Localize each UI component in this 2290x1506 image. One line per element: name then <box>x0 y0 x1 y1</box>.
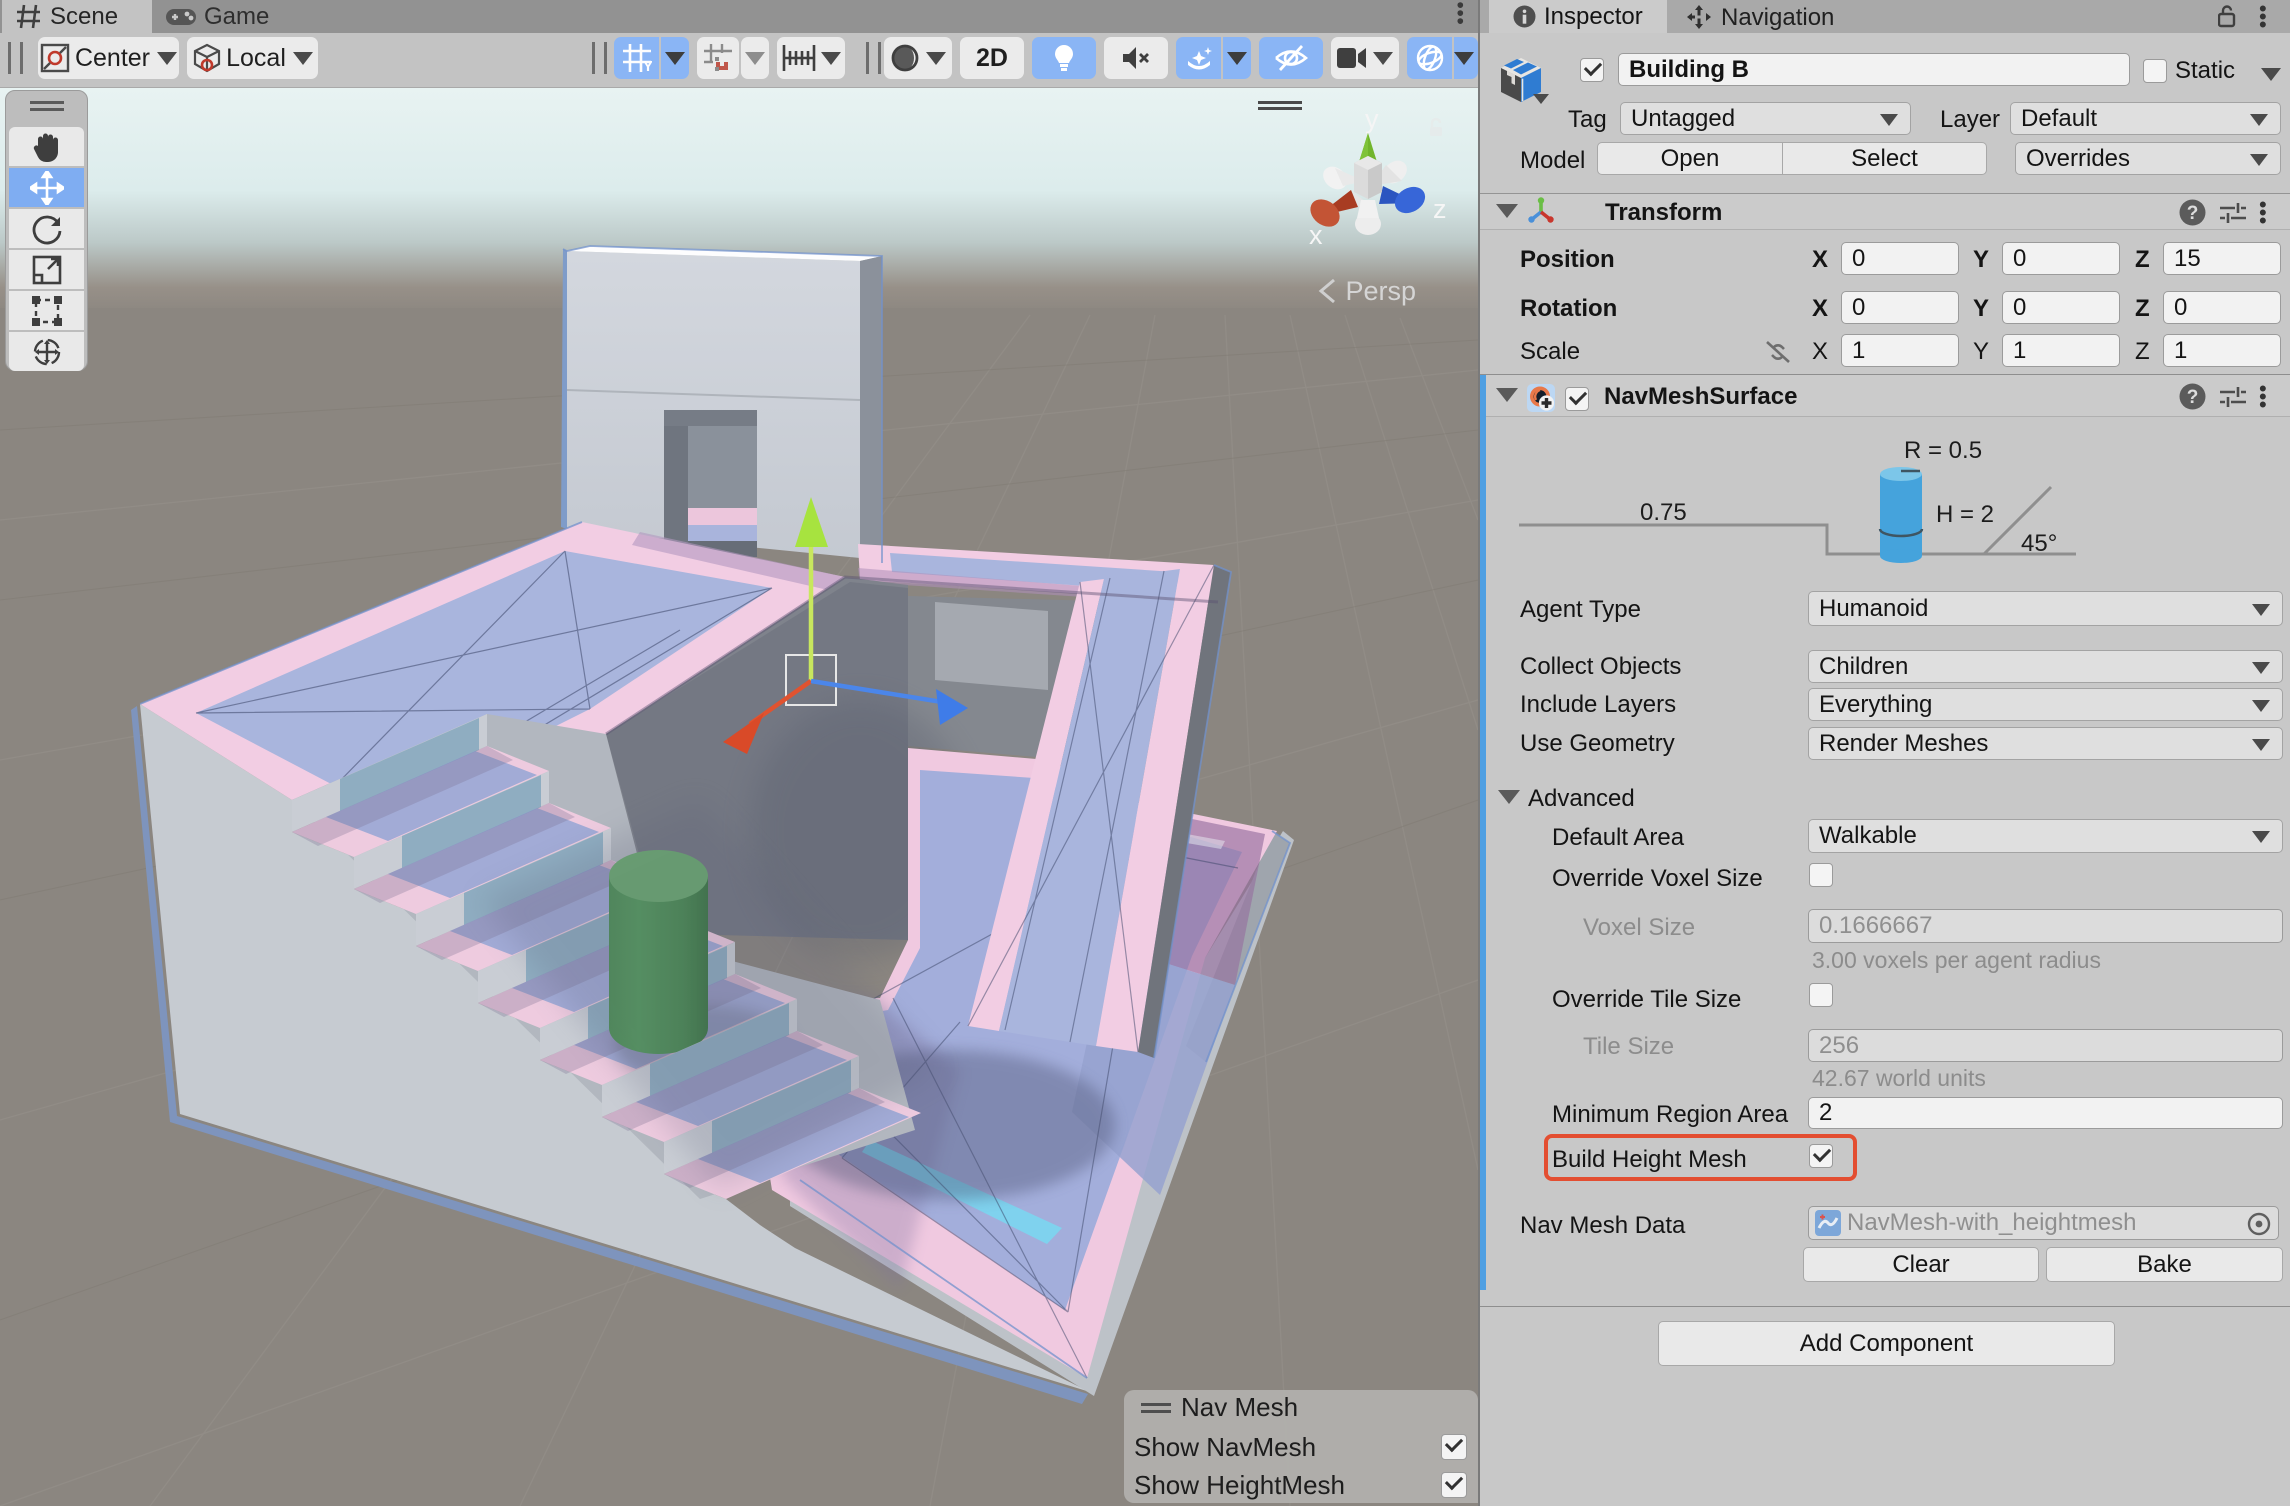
svg-text:R = 0.5: R = 0.5 <box>1904 437 1982 464</box>
svg-text:Y: Y <box>643 58 652 73</box>
svg-text:z: z <box>1433 194 1447 224</box>
svg-text:?: ? <box>2187 203 2199 224</box>
svg-text:H = 2: H = 2 <box>1936 501 1994 528</box>
svg-text:?: ? <box>2187 387 2199 408</box>
svg-text:y: y <box>1365 104 1379 134</box>
svg-text:0.75: 0.75 <box>1640 499 1687 526</box>
svg-text:x: x <box>1309 220 1323 250</box>
svg-text:45°: 45° <box>2021 530 2057 557</box>
